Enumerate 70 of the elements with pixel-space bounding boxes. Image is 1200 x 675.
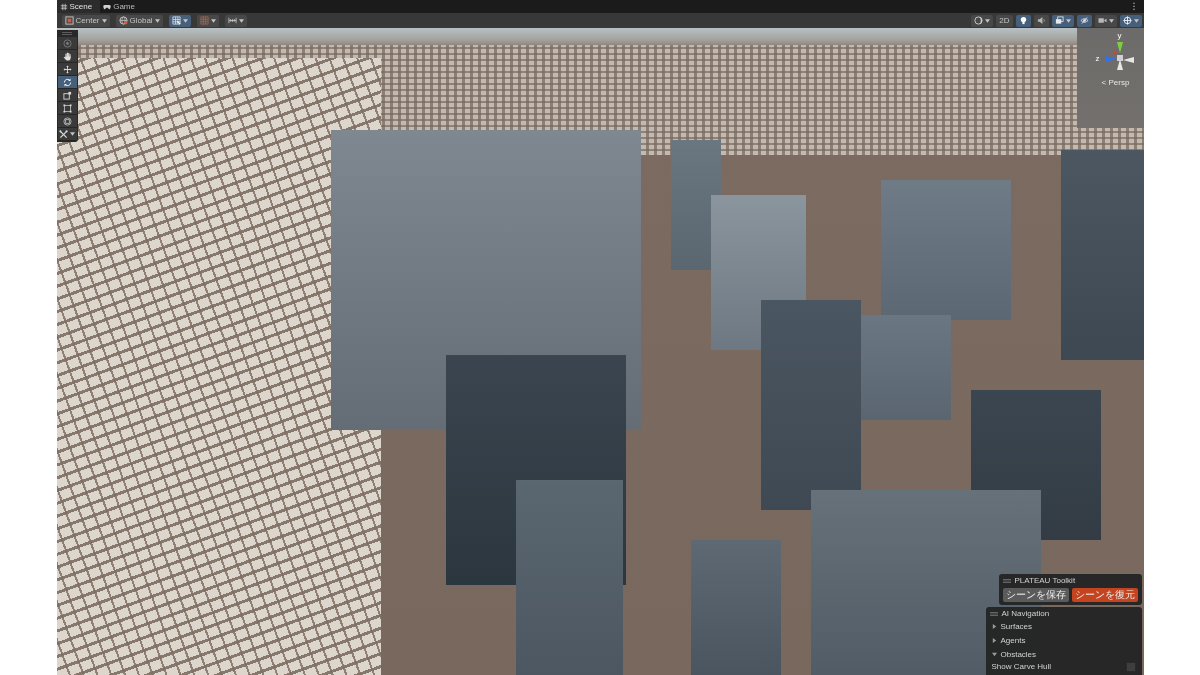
- scene-action-button[interactable]: シーンを保存: [1002, 588, 1069, 602]
- scene-action-button[interactable]: シーンを復元: [1071, 588, 1138, 602]
- mode-2d-toggle[interactable]: 2D: [996, 14, 1013, 27]
- hand-icon: [62, 51, 72, 61]
- caret-icon: [70, 132, 75, 136]
- grip-icon: [62, 32, 72, 35]
- axis-label: y: [1117, 32, 1122, 40]
- caret-icon: [1133, 18, 1139, 23]
- more-menu-button[interactable]: ⋮: [1124, 0, 1144, 13]
- grip-icon: [989, 612, 998, 616]
- gamepad-icon: [103, 2, 112, 11]
- editor-tab[interactable]: Game: [100, 0, 143, 13]
- caret-icon: [1065, 18, 1071, 23]
- caret-icon: [985, 18, 991, 23]
- rect-tool-button[interactable]: [57, 102, 77, 115]
- orientation-gizmo-drawing[interactable]: [1104, 41, 1135, 71]
- grid-button[interactable]: [196, 14, 219, 27]
- grid-icon: [59, 2, 68, 11]
- hand-tool-button[interactable]: [57, 50, 77, 63]
- overlay-title: PLATEAU Toolkit: [1014, 576, 1076, 586]
- caret-icon: [182, 18, 188, 23]
- lighting-toggle[interactable]: [1015, 14, 1031, 27]
- audio-toggle[interactable]: [1033, 14, 1049, 27]
- increment-snap-icon: [227, 16, 237, 25]
- projection-toggle[interactable]: < Persp: [1099, 78, 1132, 88]
- move-arrows-icon: [62, 64, 72, 74]
- rotate-tool-button[interactable]: [57, 76, 77, 89]
- sphere-icon: [974, 16, 984, 25]
- caret-icon: [238, 18, 244, 23]
- pivot-dropdown[interactable]: Center: [61, 14, 110, 27]
- caret-icon: [154, 18, 160, 23]
- caret-icon: [210, 18, 216, 23]
- crossed-tools-icon: [59, 129, 68, 139]
- space-dropdown[interactable]: Global: [115, 14, 163, 27]
- overlay-title: AI Navigation: [1001, 609, 1050, 619]
- foldout-header[interactable]: Obstacles: [989, 647, 1039, 661]
- caret-icon: [101, 18, 107, 23]
- grip-icon: [1002, 579, 1011, 583]
- move-tool-button[interactable]: [57, 63, 77, 76]
- visibility-toggle[interactable]: [1076, 14, 1092, 27]
- rotate-arrows-icon: [62, 77, 72, 87]
- scale-tool-button[interactable]: [57, 89, 77, 102]
- gizmos-toggle[interactable]: [1119, 14, 1142, 27]
- grid-icon: [199, 16, 209, 25]
- custom-tool-button[interactable]: [57, 128, 77, 141]
- pivot-square-icon: [64, 16, 74, 25]
- video-camera-icon: [1097, 16, 1107, 25]
- speaker-icon: [1036, 16, 1046, 25]
- globe-icon: [118, 16, 128, 25]
- circle-dot-icon: [62, 38, 72, 48]
- transform-tool-button[interactable]: [57, 115, 77, 128]
- light-bulb-icon: [1018, 16, 1028, 25]
- effects-toggle[interactable]: [1051, 14, 1074, 27]
- crosshair-circle-icon: [1122, 16, 1132, 25]
- grid-snap-icon: [171, 16, 181, 25]
- foldout-header[interactable]: Surfaces: [989, 619, 1035, 633]
- option-label: Show Carve Hull: [991, 662, 1052, 672]
- transform-icon: [62, 116, 72, 126]
- eye-slash-icon: [1079, 16, 1089, 25]
- shading-mode-dropdown[interactable]: [971, 14, 994, 27]
- editor-tab[interactable]: Scene: [56, 0, 101, 13]
- scale-icon: [62, 90, 72, 100]
- grid-snap-button[interactable]: [168, 14, 191, 27]
- layers-icon: [1054, 16, 1064, 25]
- foldout-header[interactable]: Agents: [989, 633, 1028, 647]
- rect-tool-icon: [62, 103, 72, 113]
- camera-dropdown[interactable]: [1094, 14, 1117, 27]
- caret-icon: [1108, 18, 1114, 23]
- axis-label: z: [1095, 55, 1100, 63]
- increment-snap-button[interactable]: [224, 14, 247, 27]
